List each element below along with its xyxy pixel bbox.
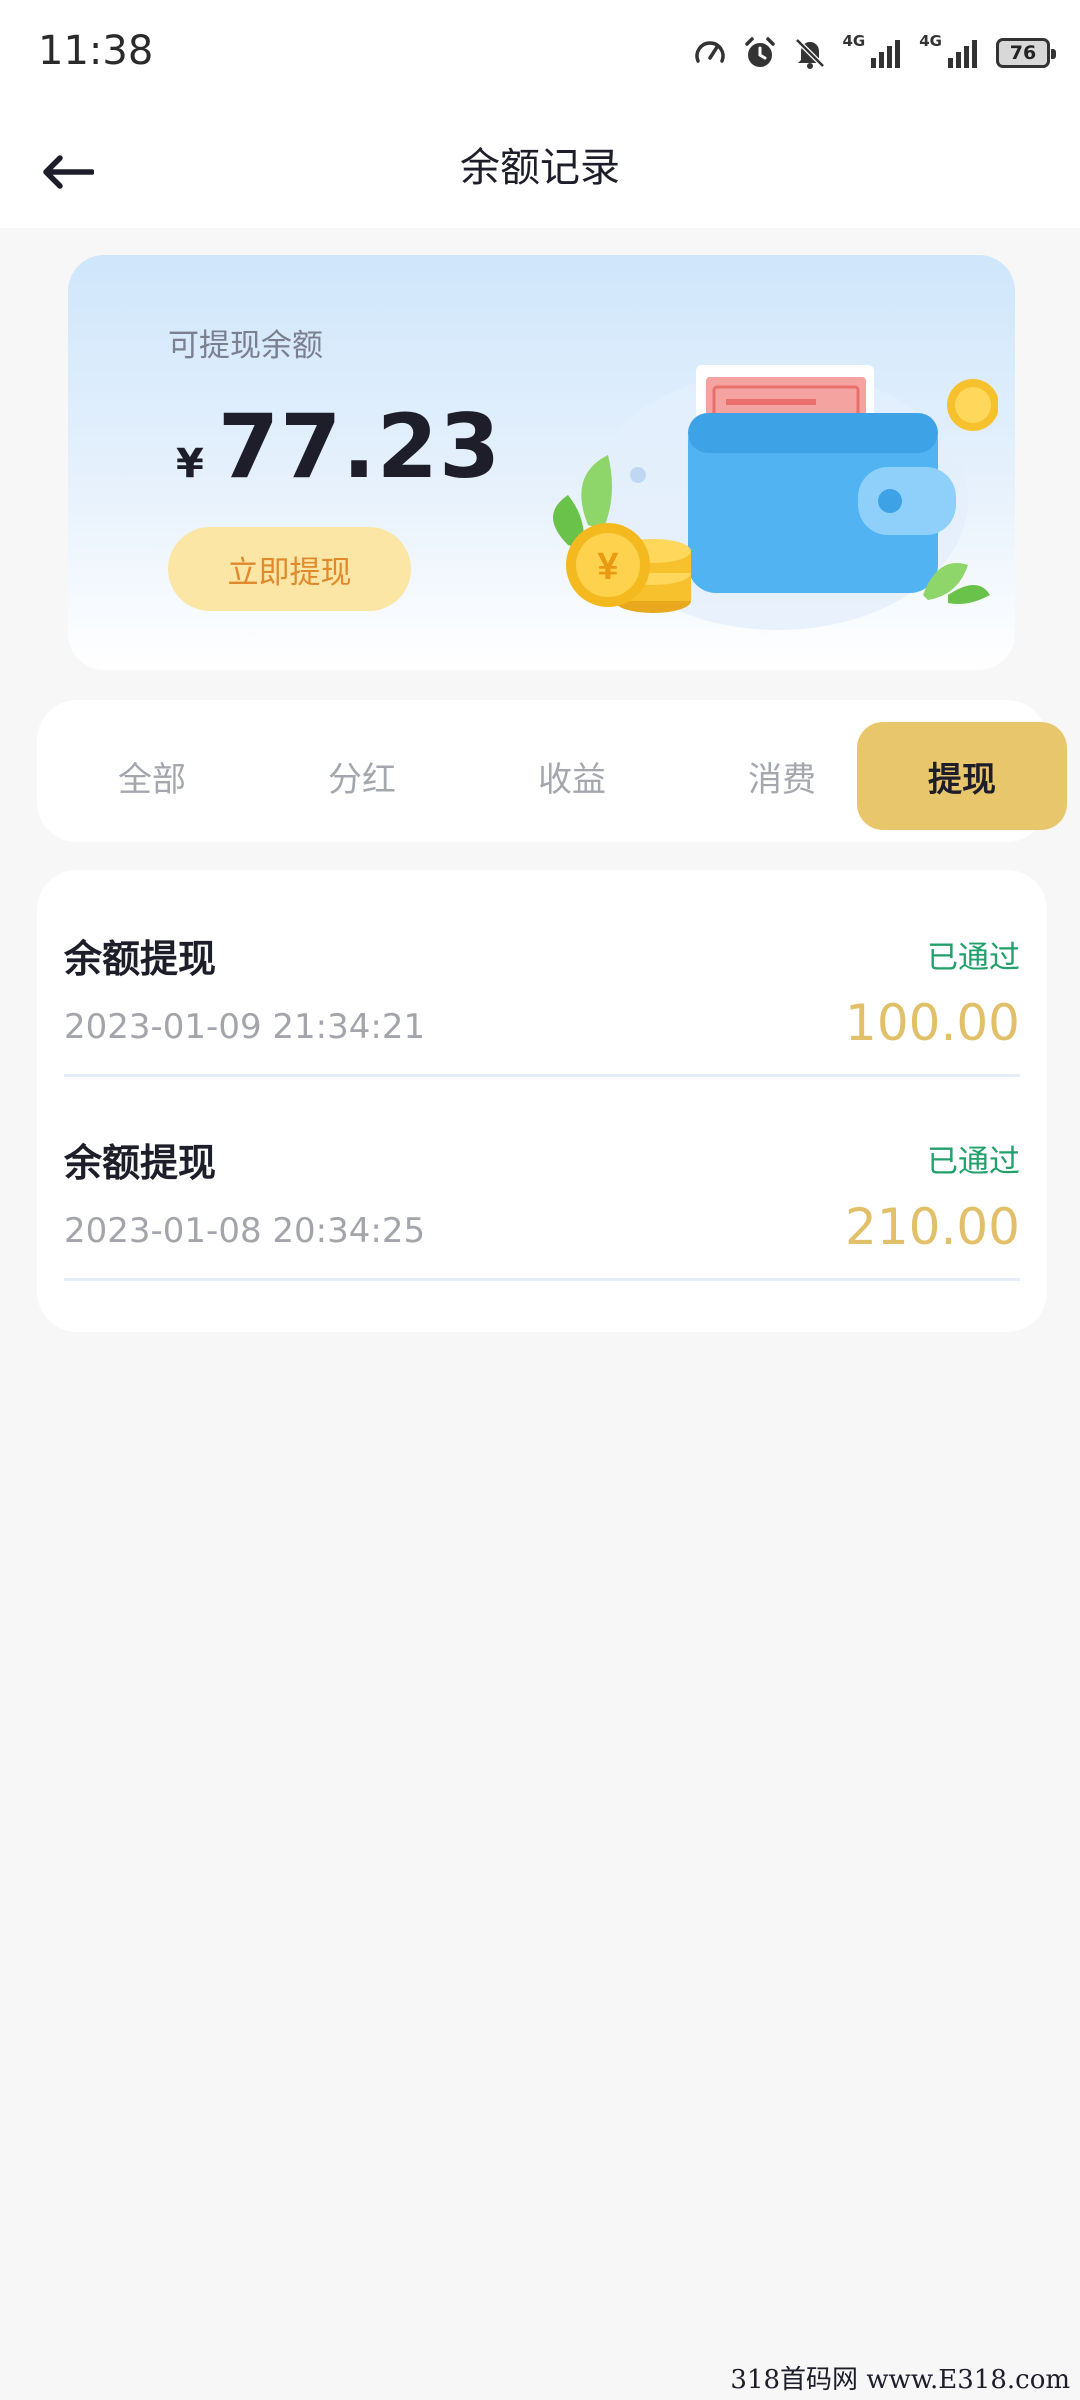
tab-consumption[interactable]: 消费 <box>677 722 887 830</box>
status-badge: 已通过 <box>927 1144 1020 1180</box>
currency-sign: ¥ <box>176 441 204 487</box>
battery-level: 76 <box>1009 42 1037 64</box>
status-bar: 11:38 4G 4G 76 <box>0 0 1080 118</box>
svg-text:¥: ¥ <box>597 546 618 588</box>
wallet-illustration: ¥ <box>553 365 998 630</box>
balance-card: 可提现余额 ¥ 77.23 立即提现 ¥ <box>68 255 1015 670</box>
record-amount: 210.00 <box>845 1198 1020 1256</box>
status-time: 11:38 <box>38 28 154 74</box>
battery-icon: 76 <box>996 38 1056 68</box>
status-badge: 已通过 <box>927 940 1020 976</box>
record-time: 2023-01-08 20:34:25 <box>64 1211 426 1251</box>
records-list: 余额提现 已通过 2023-01-09 21:34:21 100.00 余额提现… <box>37 870 1047 1332</box>
signal-icon <box>871 40 901 68</box>
balance-label: 可提现余额 <box>168 328 323 364</box>
alarm-icon <box>744 37 775 67</box>
watermark: 318首码网 www.E318.com <box>730 2365 1070 2395</box>
record-time: 2023-01-09 21:34:21 <box>64 1007 426 1047</box>
network-label-1: 4G <box>842 32 866 50</box>
list-item[interactable]: 余额提现 已通过 2023-01-08 20:34:25 210.00 <box>64 1074 1020 1281</box>
signal-icon <box>948 40 977 68</box>
tab-earnings[interactable]: 收益 <box>467 722 677 830</box>
speed-icon <box>694 41 725 63</box>
network-label-2: 4G <box>919 32 942 50</box>
tab-all[interactable]: 全部 <box>47 722 257 830</box>
page-title: 余额记录 <box>460 145 620 191</box>
bell-off-icon <box>794 38 825 69</box>
withdraw-now-button[interactable]: 立即提现 <box>168 527 411 611</box>
nav-bar: 余额记录 <box>0 118 1080 228</box>
filter-tabs: 全部 分红 收益 消费 提现 <box>37 700 1067 842</box>
tab-dividend[interactable]: 分红 <box>257 722 467 830</box>
list-item[interactable]: 余额提现 已通过 2023-01-09 21:34:21 100.00 <box>64 870 1020 1077</box>
tab-withdraw[interactable]: 提现 <box>857 722 1067 830</box>
balance-value: 77.23 <box>217 395 502 498</box>
balance-amount: ¥ 77.23 <box>176 395 501 498</box>
record-title: 余额提现 <box>64 937 217 981</box>
status-icons: 4G 4G 76 <box>693 32 1056 70</box>
record-amount: 100.00 <box>845 994 1020 1052</box>
record-title: 余额提现 <box>64 1141 217 1185</box>
